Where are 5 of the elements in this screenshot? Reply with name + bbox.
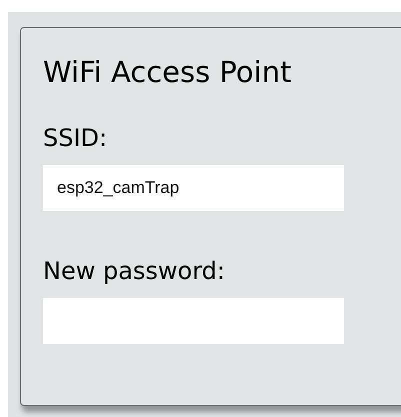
text-field[interactable]: esp32_camTrap	[43, 165, 344, 211]
field-label: SSID:	[43, 123, 108, 153]
field-label: New password:	[43, 256, 226, 286]
text-field[interactable]	[43, 298, 344, 344]
panel-title: WiFi Access Point	[43, 54, 292, 90]
